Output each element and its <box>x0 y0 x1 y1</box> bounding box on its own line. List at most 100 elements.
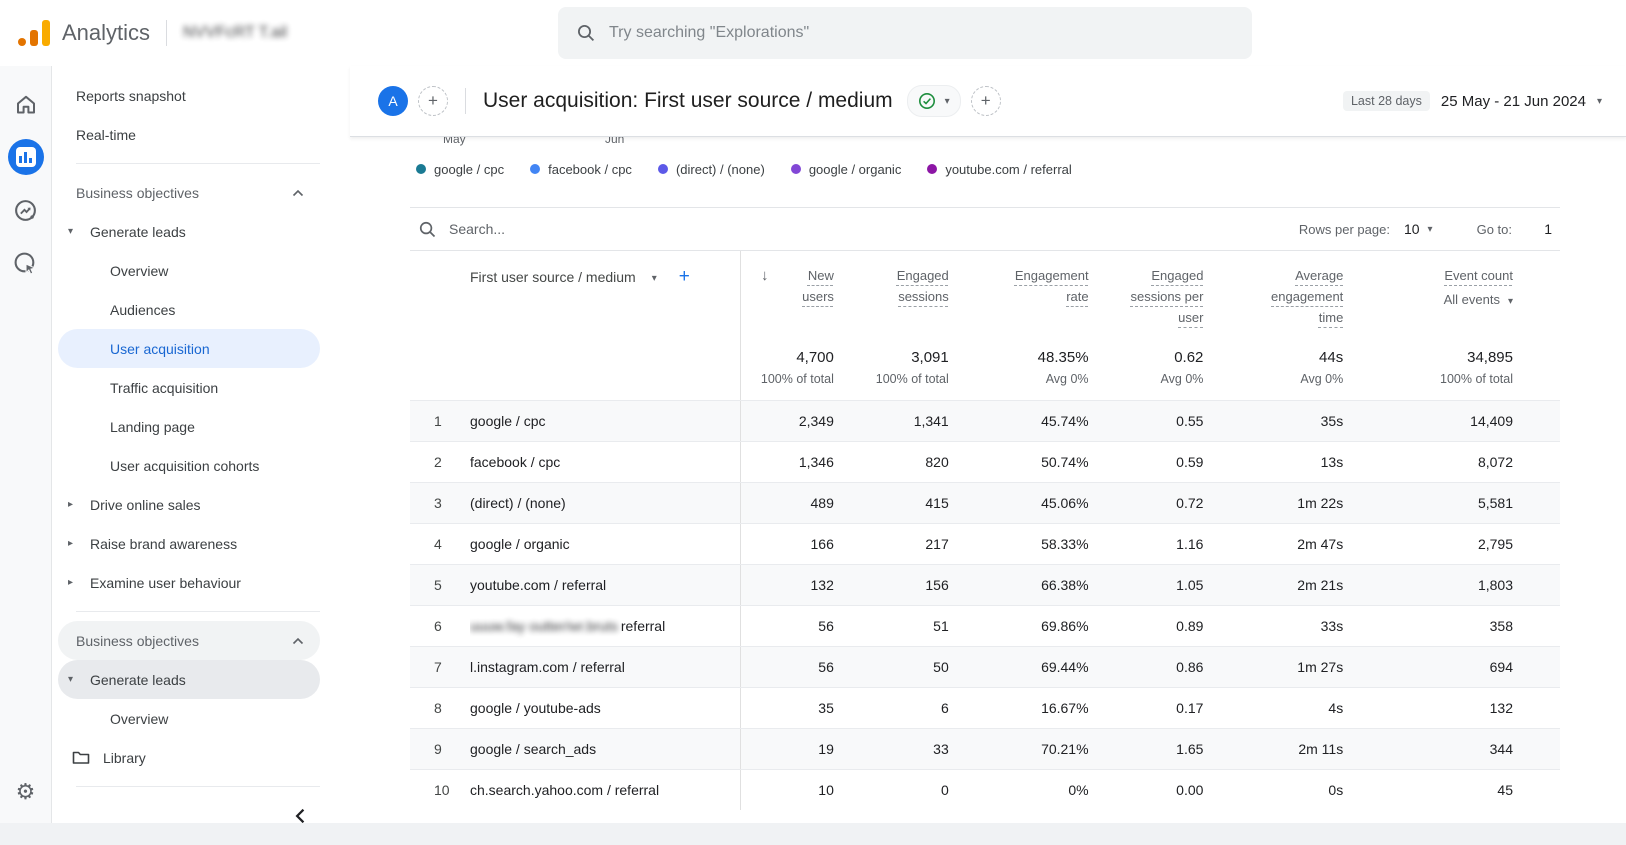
divider <box>76 786 320 787</box>
reports-icon[interactable] <box>8 139 44 175</box>
metric-cell: 1.65 <box>1091 741 1206 757</box>
caret-down-icon[interactable]: ▾ <box>1428 224 1433 235</box>
sidebar-item-user-acquisition-cohorts[interactable]: User acquisition cohorts <box>58 446 320 485</box>
app-title: Analytics <box>62 20 150 46</box>
collapse-sidebar-icon[interactable] <box>294 808 306 824</box>
metric-cell: 415 <box>836 495 951 511</box>
metric-cell: 2m 47s <box>1205 536 1345 552</box>
metric-cell: 358 <box>1345 618 1515 634</box>
column-header-engaged-sessions[interactable]: Engaged sessions <box>836 265 951 341</box>
sidebar-item-landing-page[interactable]: Landing page <box>58 407 320 446</box>
sidebar-item-business-objectives[interactable]: Business objectives <box>58 173 320 212</box>
total-subtext: 100% of total <box>1345 372 1513 386</box>
rows-per-page-select[interactable]: 10 <box>1404 221 1420 237</box>
row-index: 9 <box>410 729 470 769</box>
sidebar-item-library[interactable]: Library <box>58 738 320 777</box>
metric-cell: 1m 27s <box>1205 659 1345 675</box>
sidebar-item-traffic-acquisition[interactable]: Traffic acquisition <box>58 368 320 407</box>
dimension-label: google / organic <box>470 536 570 552</box>
add-report-button[interactable]: + <box>971 86 1001 116</box>
row-metrics: 35616.67%0.174s132 <box>740 688 1515 728</box>
check-circle-icon <box>918 92 936 110</box>
sidebar-item-examine-user-behaviour[interactable]: ▸Examine user behaviour <box>58 563 320 602</box>
chart-x-axis: May Jun <box>350 137 1626 153</box>
nav-rail: ⚙ <box>0 66 52 845</box>
event-count-filter[interactable]: All events▾ <box>1345 289 1513 312</box>
row-metrics: 48941545.06%0.721m 22s5,581 <box>740 483 1515 523</box>
sidebar-item-real-time[interactable]: Real-time <box>58 115 320 154</box>
row-index: 8 <box>410 688 470 728</box>
chevron-up-icon[interactable] <box>292 637 304 645</box>
column-header-average-engagement-time[interactable]: Average engagement time <box>1205 265 1345 341</box>
sidebar-item-label: Business objectives <box>76 633 199 649</box>
legend-item-google-cpc: google / cpc <box>416 162 504 177</box>
folder-icon <box>72 750 90 765</box>
total-value: 34,895 <box>1345 349 1513 366</box>
sidebar-item-audiences[interactable]: Audiences <box>58 290 320 329</box>
caret-right-icon[interactable]: ▸ <box>68 538 80 549</box>
sidebar-item-generate-leads[interactable]: ▾Generate leads <box>58 660 320 699</box>
home-icon[interactable] <box>8 86 44 122</box>
table-row-1: 1google / cpc2,3491,34145.74%0.5535s14,4… <box>410 400 1560 441</box>
add-secondary-dimension-button[interactable]: + <box>679 266 690 288</box>
report-status-button[interactable]: ▾ <box>907 85 961 117</box>
metric-cell: 0% <box>951 782 1091 798</box>
table-search-input[interactable] <box>449 221 749 237</box>
metric-cell: 50 <box>836 659 951 675</box>
sidebar-item-reports-snapshot[interactable]: Reports snapshot <box>58 76 320 115</box>
avatar[interactable]: A <box>378 86 408 116</box>
dimension-label: youtube.com / referral <box>470 577 606 593</box>
sidebar-divider <box>76 611 320 612</box>
metric-cell: 166 <box>741 536 836 552</box>
caret-down-icon[interactable]: ▾ <box>652 269 657 284</box>
row-index: 2 <box>410 442 470 482</box>
sidebar-item-overview[interactable]: Overview <box>58 699 320 738</box>
sidebar-item-label: Overview <box>110 263 168 279</box>
admin-gear-icon[interactable]: ⚙ <box>16 779 36 805</box>
chevron-up-icon[interactable] <box>292 189 304 197</box>
goto-page-input[interactable] <box>1526 221 1552 237</box>
metric-cell: 45.74% <box>951 413 1091 429</box>
add-comparison-button[interactable]: + <box>418 86 448 116</box>
sidebar-item-raise-brand-awareness[interactable]: ▸Raise brand awareness <box>58 524 320 563</box>
dimension-header[interactable]: First user source / medium ▾ + <box>410 251 740 400</box>
metric-cell: 56 <box>741 659 836 675</box>
caret-down-icon[interactable]: ▾ <box>68 226 80 237</box>
caret-down-icon[interactable]: ▾ <box>1597 96 1602 107</box>
rows-per-page-label: Rows per page: <box>1299 222 1390 237</box>
sidebar-item-drive-online-sales[interactable]: ▸Drive online sales <box>58 485 320 524</box>
table-header: First user source / medium ▾ + ↓New user… <box>410 251 1560 400</box>
column-header-engagement-rate[interactable]: Engagement rate <box>951 265 1091 341</box>
sidebar-item-generate-leads[interactable]: ▾Generate leads <box>58 212 320 251</box>
sidebar-item-business-objectives[interactable]: Business objectives <box>58 621 320 660</box>
global-search[interactable] <box>558 7 1252 59</box>
row-index: 6 <box>410 606 470 646</box>
total-value: 0.62 <box>1091 349 1204 366</box>
sort-descending-icon[interactable]: ↓ <box>761 265 769 286</box>
metric-cell: 8,072 <box>1345 454 1515 470</box>
explore-icon[interactable] <box>8 192 44 228</box>
column-header-event-count[interactable]: Event countAll events▾ <box>1345 265 1515 341</box>
sidebar-item-user-acquisition[interactable]: User acquisition <box>58 329 320 368</box>
bottom-scroll-area <box>0 823 1626 845</box>
legend-item-facebook-cpc: facebook / cpc <box>530 162 632 177</box>
column-header-engaged-sessions-per-user[interactable]: Engaged sessions per user <box>1091 265 1206 341</box>
row-metrics: 16621758.33%1.162m 47s2,795 <box>740 524 1515 564</box>
date-range-selector[interactable]: 25 May - 21 Jun 2024 <box>1441 93 1586 110</box>
row-dimension: uuuw.fay outter/wr.brutsreferral <box>470 606 740 646</box>
row-index: 3 <box>410 483 470 523</box>
dimension-label: l.instagram.com / referral <box>470 659 625 675</box>
caret-right-icon[interactable]: ▸ <box>68 577 80 588</box>
property-selector[interactable]: NVVFcRT T.ail <box>183 24 287 42</box>
caret-down-icon[interactable]: ▾ <box>68 674 80 685</box>
advertising-icon[interactable] <box>8 245 44 281</box>
dimension-label: google / search_ads <box>470 741 596 757</box>
metric-cell: 69.44% <box>951 659 1091 675</box>
divider <box>166 20 167 46</box>
event-count-filter-label: All events <box>1444 292 1500 307</box>
column-header-new-users[interactable]: ↓New users <box>741 265 836 341</box>
caret-right-icon[interactable]: ▸ <box>68 499 80 510</box>
global-search-input[interactable] <box>609 24 1234 42</box>
row-metrics: 565069.44%0.861m 27s694 <box>740 647 1515 687</box>
sidebar-item-overview[interactable]: Overview <box>58 251 320 290</box>
